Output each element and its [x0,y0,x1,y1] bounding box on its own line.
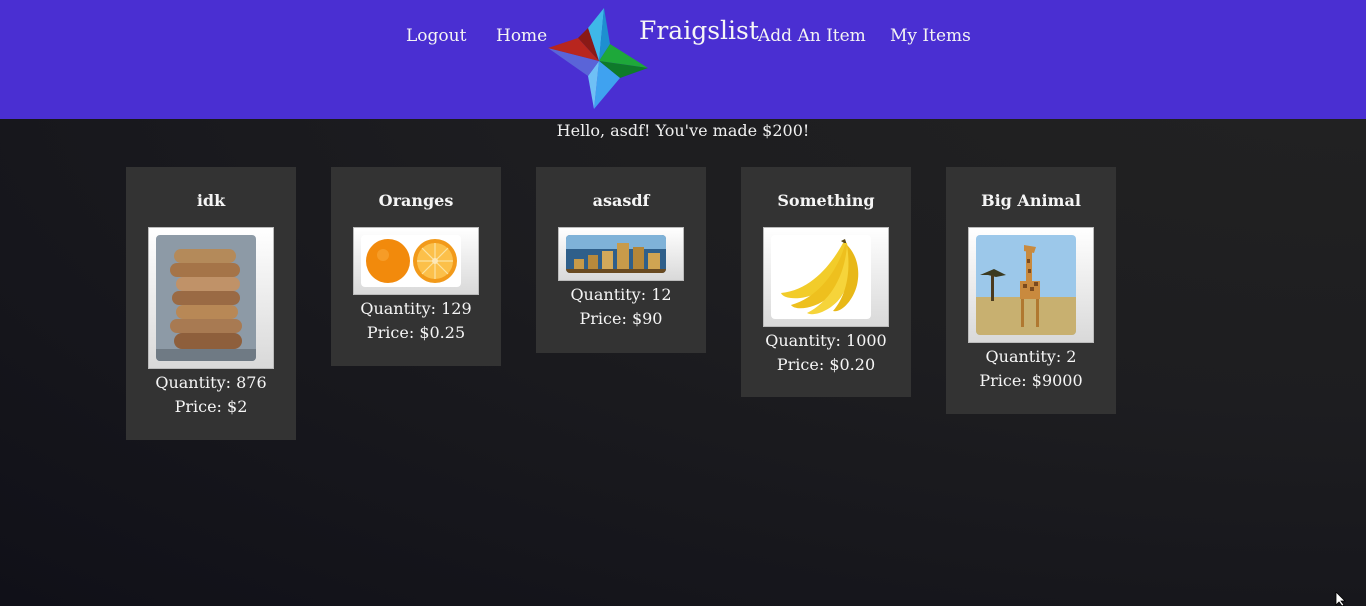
mouse-cursor-icon [1335,592,1346,606]
cookie-stack-image [156,235,256,361]
item-image-frame [763,227,889,327]
item-quantity: Quantity: 876 [155,373,267,392]
item-price: Price: $0.20 [776,355,876,374]
giraffe-image [976,235,1076,335]
item-price: Price: $9000 [979,371,1083,390]
item-title: Oranges [378,191,454,210]
item-image-frame [558,227,684,281]
brand-title[interactable]: Fraigslist [639,16,759,45]
add-item-link[interactable]: Add An Item [758,26,866,46]
item-card[interactable]: idk Quantity: 876 Price: $2 [126,167,296,440]
item-title: Big Animal [981,191,1081,210]
greeting-text: Hello, asdf! You've made $200! [556,121,810,140]
item-title: Something [777,191,875,210]
home-link[interactable]: Home [496,26,547,46]
item-title: idk [196,191,226,210]
item-image-frame [968,227,1094,343]
item-card[interactable]: Oranges Quantity: 129 Price: $0.25 [331,167,501,366]
item-quantity: Quantity: 2 [985,347,1077,366]
item-price: Price: $90 [579,309,663,328]
item-quantity: Quantity: 129 [360,299,472,318]
navbar: Logout Home Fraigslist Add An Item My It… [0,0,1366,119]
pinwheel-logo-icon[interactable] [548,8,650,110]
bananas-image [771,235,871,319]
item-card[interactable]: asasdf Quantity: 12 Price: $90 [536,167,706,353]
item-card[interactable]: Big Animal Quantity: 2 Price: $9000 [946,167,1116,414]
item-title: asasdf [592,191,650,210]
item-quantity: Quantity: 1000 [765,331,887,350]
item-price: Price: $2 [174,397,248,416]
item-quantity: Quantity: 12 [570,285,672,304]
oranges-image [361,235,461,287]
item-price: Price: $0.25 [366,323,466,342]
item-card[interactable]: Something Quantity: 1000 Price: $0.20 [741,167,911,397]
item-image-frame [353,227,479,295]
my-items-link[interactable]: My Items [890,26,971,46]
logout-link[interactable]: Logout [406,26,466,46]
coin-stacks-image [566,235,666,273]
item-image-frame [148,227,274,369]
